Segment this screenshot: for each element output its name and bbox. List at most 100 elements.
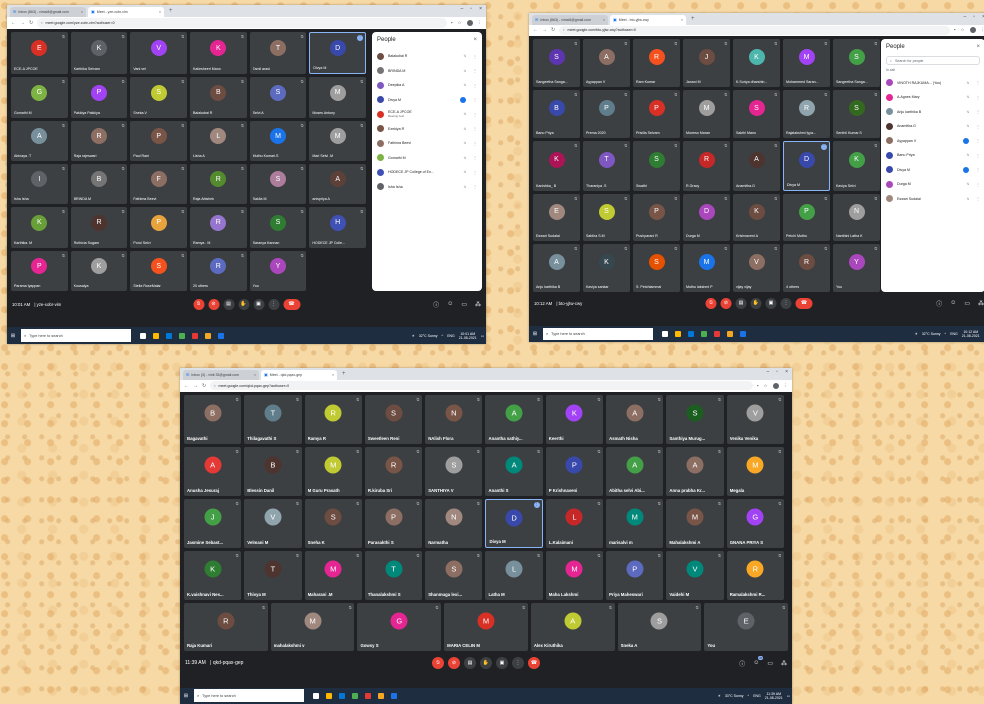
participant-tile[interactable]: P ⍉ P Krishnaveni: [545, 446, 604, 496]
participant-tile[interactable]: N ⍉ NAlish Flora: [425, 394, 483, 444]
participant-tile[interactable]: P ⍉ Parama Iyappan: [11, 250, 68, 292]
participant-tile[interactable]: A ⍉ Abinaya .T: [11, 120, 68, 162]
taskbar-app-icon[interactable]: [153, 332, 159, 339]
participant-tile[interactable]: I ⍉ Isha Isha: [11, 164, 68, 205]
tab-mail[interactable]: ✉ Inbox (863) - vimal4@gmail.com ×: [532, 14, 608, 25]
participant-tile[interactable]: K ⍉ Kanishka_ B: [533, 140, 580, 191]
system-clock[interactable]: 11:39 AM 21-08-2021: [765, 692, 783, 700]
participant-tile[interactable]: R ⍉ Rajalakshmi lyya...: [783, 90, 830, 138]
back-icon[interactable]: ←: [11, 20, 16, 26]
more-options-icon[interactable]: ⋮: [473, 112, 477, 117]
participant-tile[interactable]: S ⍉ SANTHIYA V: [425, 446, 483, 496]
captions-button[interactable]: ▤: [735, 297, 747, 309]
participant-tile[interactable]: K ⍉ Krishnaveni A: [733, 193, 780, 242]
close-tab-icon[interactable]: ×: [603, 18, 605, 22]
participant-tile[interactable]: M ⍉ Megala: [726, 446, 784, 496]
more-options-icon[interactable]: ⋮: [976, 196, 980, 201]
tab-meet[interactable]: ▣ Meet - bto-yjtw-cwy ×: [610, 14, 686, 25]
taskbar-app-icon[interactable]: [218, 332, 224, 339]
participant-tile[interactable]: R ⍉ Raja Abishek: [190, 164, 247, 205]
present-button[interactable]: ▣: [496, 657, 508, 670]
info-icon[interactable]: ⓘ: [739, 659, 745, 668]
participant-tile[interactable]: V ⍉ Velmani M: [244, 498, 302, 548]
participant-tile[interactable]: R ⍉ 20 others: [190, 250, 247, 292]
more-options-icon[interactable]: ⋮: [473, 97, 477, 102]
participant-tile[interactable]: S ⍉ Sneha K: [304, 498, 362, 548]
participant-tile[interactable]: L ⍉ Lisha A: [190, 120, 247, 162]
tab-mail[interactable]: ✉ Inbox (3) - vinit 33@gmail.com ×: [183, 369, 259, 380]
more-options-icon[interactable]: ⋮: [821, 143, 827, 150]
more-options-icon[interactable]: ⋮: [473, 83, 477, 88]
participant-tile[interactable]: T ⍉ Thilagavathi S: [244, 394, 302, 444]
participant-tile[interactable]: M ⍉ M Guru Prasath: [304, 446, 362, 496]
more-options-icon[interactable]: ⋮: [976, 182, 980, 187]
people-row[interactable]: HODECE JP College of En... ⍉ ⋮: [377, 165, 477, 180]
leave-call-button[interactable]: ☎: [795, 297, 813, 309]
participant-tile[interactable]: S ⍉ Swathi: [633, 140, 680, 191]
people-row[interactable]: A.Agnes Mary ⍉ ⋮: [886, 90, 980, 105]
participant-tile[interactable]: K ⍉ K.Suriya dharshin...: [733, 39, 780, 88]
reload-icon[interactable]: ↻: [551, 27, 555, 33]
participant-tile[interactable]: S ⍉ Saranya Kannan: [249, 207, 307, 248]
participant-tile[interactable]: S ⍉ Sneka A: [617, 602, 702, 652]
new-tab-icon[interactable]: +: [688, 16, 698, 22]
more-options-icon[interactable]: ⋮: [976, 95, 980, 100]
participant-tile[interactable]: M ⍉ Mohammed Saran...: [783, 39, 830, 88]
close-tab-icon[interactable]: ×: [254, 373, 256, 377]
close-icon[interactable]: ×: [976, 44, 980, 50]
participant-tile[interactable]: R ⍉ Ramya R: [304, 394, 362, 444]
participant-tile[interactable]: M ⍉ MARIA CELIN M: [444, 602, 528, 652]
participant-tile[interactable]: G ⍉ Gomathi M: [11, 77, 68, 118]
taskbar-app-icon[interactable]: [701, 330, 707, 337]
activities-icon[interactable]: ⁂: [781, 660, 787, 667]
participant-tile[interactable]: R ⍉ Ramya . M: [190, 207, 247, 248]
participant-tile[interactable]: K ⍉ Kaviya sankar: [583, 244, 630, 293]
participant-tile[interactable]: V ⍉ vijay vijay: [733, 244, 780, 293]
participant-tile[interactable]: L ⍉ L.Kalaimani: [545, 498, 604, 548]
participant-tile[interactable]: R ⍉ Ruthicia Sogam: [70, 207, 128, 248]
people-row[interactable]: Gomathi M ⍉ ⋮: [377, 151, 477, 166]
more-options-button[interactable]: ⋮: [268, 298, 279, 310]
participant-tile[interactable]: P ⍉ Parasakthi S: [364, 498, 423, 548]
participant-tile[interactable]: S ⍉ S. Petchiammal: [633, 244, 680, 293]
new-tab-icon[interactable]: +: [166, 8, 176, 14]
tray-chevron-icon[interactable]: ^: [442, 334, 444, 338]
more-options-icon[interactable]: ⋮: [533, 501, 540, 508]
more-options-icon[interactable]: ⋮: [473, 54, 477, 59]
participant-tile[interactable]: Y ⍉ You: [249, 250, 307, 292]
more-options-icon[interactable]: ⋮: [473, 126, 477, 131]
more-options-button[interactable]: ⋮: [780, 297, 792, 309]
participant-tile[interactable]: S ⍉ Sangeetha Sanga...: [833, 39, 880, 88]
more-options-icon[interactable]: ⋮: [357, 35, 363, 42]
mic-off-button[interactable]: ⍉: [705, 297, 717, 309]
participant-tile[interactable]: T ⍉ Tamil arasi: [249, 32, 307, 75]
people-row[interactable]: Deepika A ⍉ ⋮: [377, 78, 477, 93]
participant-tile[interactable]: V ⍉ Vaidehi M: [666, 550, 724, 600]
more-options-icon[interactable]: ⋮: [976, 138, 980, 143]
more-options-icon[interactable]: ⋮: [976, 167, 980, 172]
participant-tile[interactable]: T ⍉ Tharaniya .S: [583, 140, 630, 191]
close-tab-icon[interactable]: ×: [81, 10, 83, 14]
camera-off-button[interactable]: ⊘: [448, 657, 460, 670]
participant-tile[interactable]: P ⍉ Priya Maheswari: [606, 550, 664, 600]
forward-icon[interactable]: →: [542, 27, 547, 33]
captions-button[interactable]: ▤: [223, 298, 234, 310]
activities-icon[interactable]: ⁂: [978, 300, 984, 307]
info-icon[interactable]: ⓘ: [433, 300, 439, 309]
participant-tile[interactable]: E ⍉ ECE-A JPCOE: [11, 32, 68, 75]
participant-tile[interactable]: A ⍉ Anna prabha Kr...: [666, 446, 724, 496]
profile-avatar[interactable]: [466, 19, 473, 26]
close-tab-icon[interactable]: ×: [332, 373, 334, 377]
more-options-icon[interactable]: ⋮: [473, 184, 477, 189]
tray-chevron-icon[interactable]: ^: [945, 332, 947, 336]
participant-tile[interactable]: S ⍉ Shanmuga lexi...: [425, 550, 483, 600]
taskbar-app-icon[interactable]: [740, 330, 746, 337]
participant-tile[interactable]: B ⍉ Blessin Danil: [244, 446, 302, 496]
participant-tile[interactable]: K ⍉ K.vaishnavi Nes...: [184, 550, 242, 600]
back-icon[interactable]: ←: [184, 383, 189, 389]
maximize-icon[interactable]: ▫: [776, 369, 778, 375]
taskbar-app-icon[interactable]: [313, 692, 319, 699]
star-icon[interactable]: ☆: [763, 383, 767, 389]
activities-icon[interactable]: ⁂: [475, 301, 481, 308]
people-icon[interactable]: ☺ 47: [753, 656, 764, 666]
